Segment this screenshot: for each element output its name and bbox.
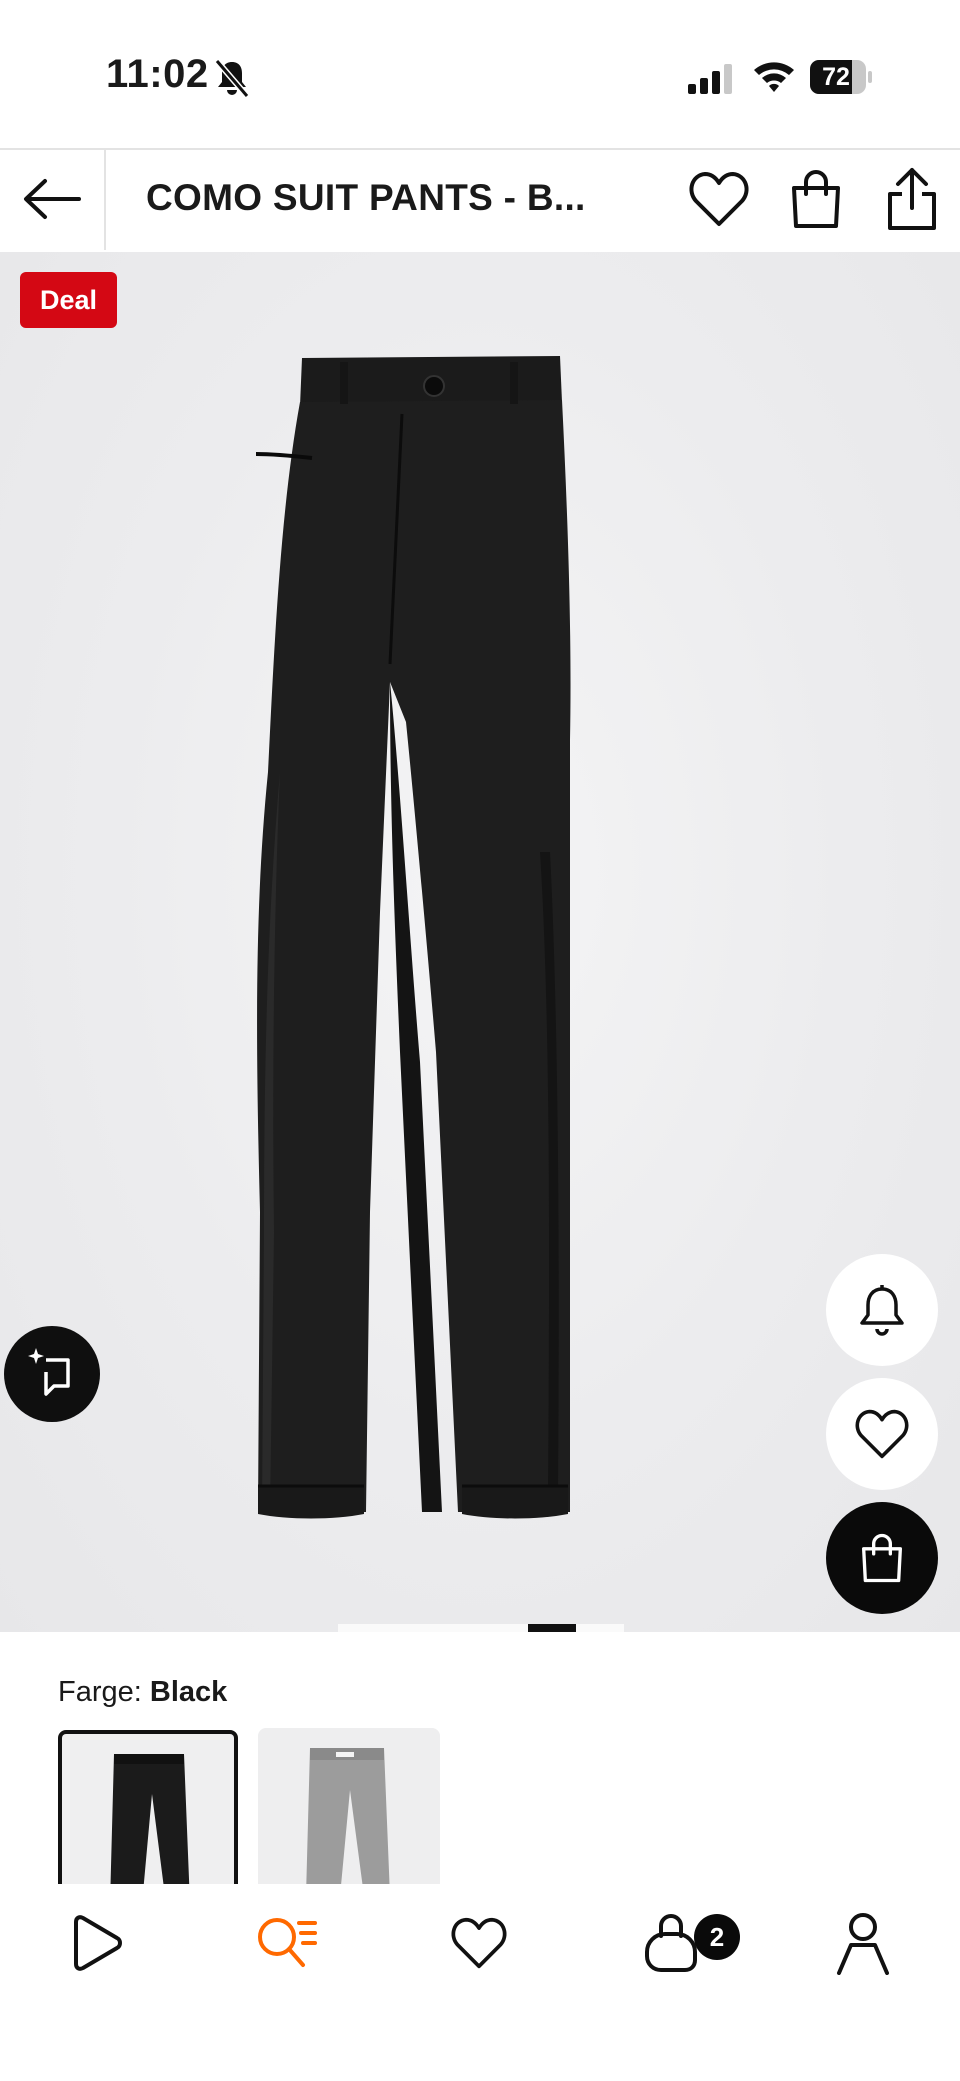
bag-count-badge: 2 (694, 1914, 740, 1960)
visual-search-button[interactable] (4, 1326, 100, 1422)
share-icon[interactable] (882, 166, 942, 232)
color-label-prefix: Farge: (58, 1676, 142, 1708)
battery-level: 72 (822, 63, 850, 91)
color-swatch-grey[interactable] (258, 1728, 440, 1896)
back-button[interactable] (0, 148, 106, 250)
bag-icon[interactable] (786, 168, 846, 230)
back-arrow-icon (24, 179, 81, 219)
product-photo (255, 356, 571, 1519)
tab-profile[interactable] (820, 1900, 906, 1986)
carousel-indicator (338, 1624, 624, 1632)
swatch-black-image (110, 1754, 190, 1896)
tab-home[interactable] (52, 1900, 138, 1986)
person-icon (837, 1913, 889, 1975)
color-label: Farge: Black (58, 1676, 227, 1709)
selected-color: Black (149, 1676, 228, 1708)
bag-icon (862, 1533, 902, 1583)
heart-icon (855, 1409, 909, 1459)
add-to-bag-button[interactable] (826, 1502, 938, 1614)
wifi-icon (754, 62, 794, 92)
heart-icon[interactable] (688, 170, 750, 228)
bag-icon (645, 1914, 697, 1972)
deal-badge: Deal (20, 272, 118, 328)
status-time: 11:02 (106, 52, 209, 96)
wishlist-button[interactable] (826, 1378, 938, 1490)
signal-icon (688, 64, 732, 94)
play-icon (74, 1915, 122, 1971)
page-title: COMO SUIT PANTS - B... (146, 177, 586, 218)
swatch-grey-image (306, 1748, 390, 1896)
sparkle-crop-icon (28, 1348, 70, 1396)
search-icon (258, 1918, 317, 1967)
carousel-indicator-active (528, 1624, 576, 1632)
color-swatch-black[interactable] (58, 1730, 238, 1896)
bell-icon (860, 1285, 904, 1336)
notify-button[interactable] (826, 1254, 938, 1366)
tab-search[interactable] (244, 1900, 330, 1986)
heart-icon (451, 1917, 507, 1969)
tab-wishlist[interactable] (436, 1900, 522, 1986)
bell-off-icon (214, 59, 250, 98)
